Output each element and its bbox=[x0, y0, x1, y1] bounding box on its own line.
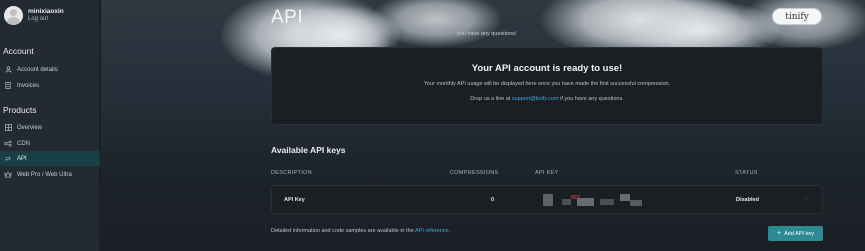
tinify-logo[interactable]: tinify bbox=[772, 8, 822, 25]
sidebar-item-invoices[interactable]: Invoices bbox=[0, 78, 100, 93]
card-description: Your monthly API usage will be displayed… bbox=[423, 81, 671, 87]
redacted-api-key bbox=[620, 194, 630, 201]
key-status: Disabled bbox=[736, 197, 759, 203]
sidebar-item-label: Invoices bbox=[17, 82, 40, 89]
api-ready-card: Your API account is ready to use! Your m… bbox=[271, 47, 823, 125]
avatar[interactable] bbox=[4, 6, 23, 25]
redacted-api-key bbox=[543, 194, 553, 206]
page-title: API bbox=[271, 7, 304, 28]
sidebar-item-label: API bbox=[17, 155, 27, 162]
redacted-api-key bbox=[630, 200, 642, 206]
document-icon bbox=[4, 82, 12, 90]
crown-icon bbox=[4, 171, 12, 179]
add-api-key-button[interactable]: + Add API key bbox=[768, 226, 823, 241]
add-api-key-label: Add API key bbox=[784, 230, 815, 237]
sidebar-item-api[interactable]: ⇄ API bbox=[0, 151, 100, 166]
sidebar-item-overview[interactable]: Overview bbox=[0, 120, 100, 135]
key-description: API Key bbox=[284, 197, 305, 203]
user-panel: minixiaoxin Log out bbox=[4, 6, 64, 25]
table-row: API Key 0 KEY Disabled · · · bbox=[271, 185, 823, 214]
vertical-dots-icon[interactable]: · · · bbox=[805, 193, 807, 206]
cdn-icon bbox=[4, 140, 12, 148]
column-header-compressions: COMPRESSIONS bbox=[450, 170, 499, 176]
column-header-status: STATUS bbox=[735, 170, 758, 176]
sidebar-item-web-pro[interactable]: Web Pro / Web Ultra bbox=[0, 167, 100, 182]
sidebar-item-label: CDN bbox=[17, 140, 30, 147]
sidebar-item-label: Web Pro / Web Ultra bbox=[17, 171, 72, 178]
redacted-key-label: KEY bbox=[571, 195, 580, 201]
user-name: minixiaoxin bbox=[28, 8, 64, 16]
section-title-products: Products bbox=[3, 105, 37, 115]
key-compressions: 0 bbox=[491, 197, 495, 203]
sidebar: minixiaoxin Log out Account Account deta… bbox=[0, 0, 100, 251]
sidebar-item-label: Overview bbox=[17, 124, 43, 131]
card-contact-line: Drop us a line at support@tinify.com if … bbox=[470, 96, 624, 102]
main-content: API you have any questions! tinify Your … bbox=[101, 0, 865, 251]
logout-link[interactable]: Log out bbox=[28, 16, 64, 23]
header-note: you have any questions! bbox=[457, 31, 517, 37]
swap-arrows-icon: ⇄ bbox=[5, 155, 11, 163]
redacted-api-key bbox=[562, 199, 571, 205]
column-header-api-key: API KEY bbox=[535, 170, 559, 176]
footer-note: Detailed information and code samples ar… bbox=[271, 228, 451, 234]
grid-icon bbox=[4, 124, 12, 132]
person-icon bbox=[4, 66, 12, 74]
column-header-description: DESCRIPTION bbox=[271, 170, 312, 176]
sidebar-item-cdn[interactable]: CDN bbox=[0, 136, 100, 151]
card-title: Your API account is ready to use! bbox=[471, 63, 623, 74]
plus-icon: + bbox=[776, 230, 782, 237]
section-title-api-keys: Available API keys bbox=[271, 145, 346, 155]
sidebar-item-account-details[interactable]: Account details bbox=[0, 62, 100, 77]
support-email-link[interactable]: support@tinify.com bbox=[512, 96, 559, 102]
section-title-account: Account bbox=[3, 46, 34, 56]
api-reference-link[interactable]: API reference bbox=[415, 228, 449, 234]
sidebar-item-label: Account details bbox=[17, 66, 58, 73]
redacted-api-key bbox=[600, 199, 614, 205]
